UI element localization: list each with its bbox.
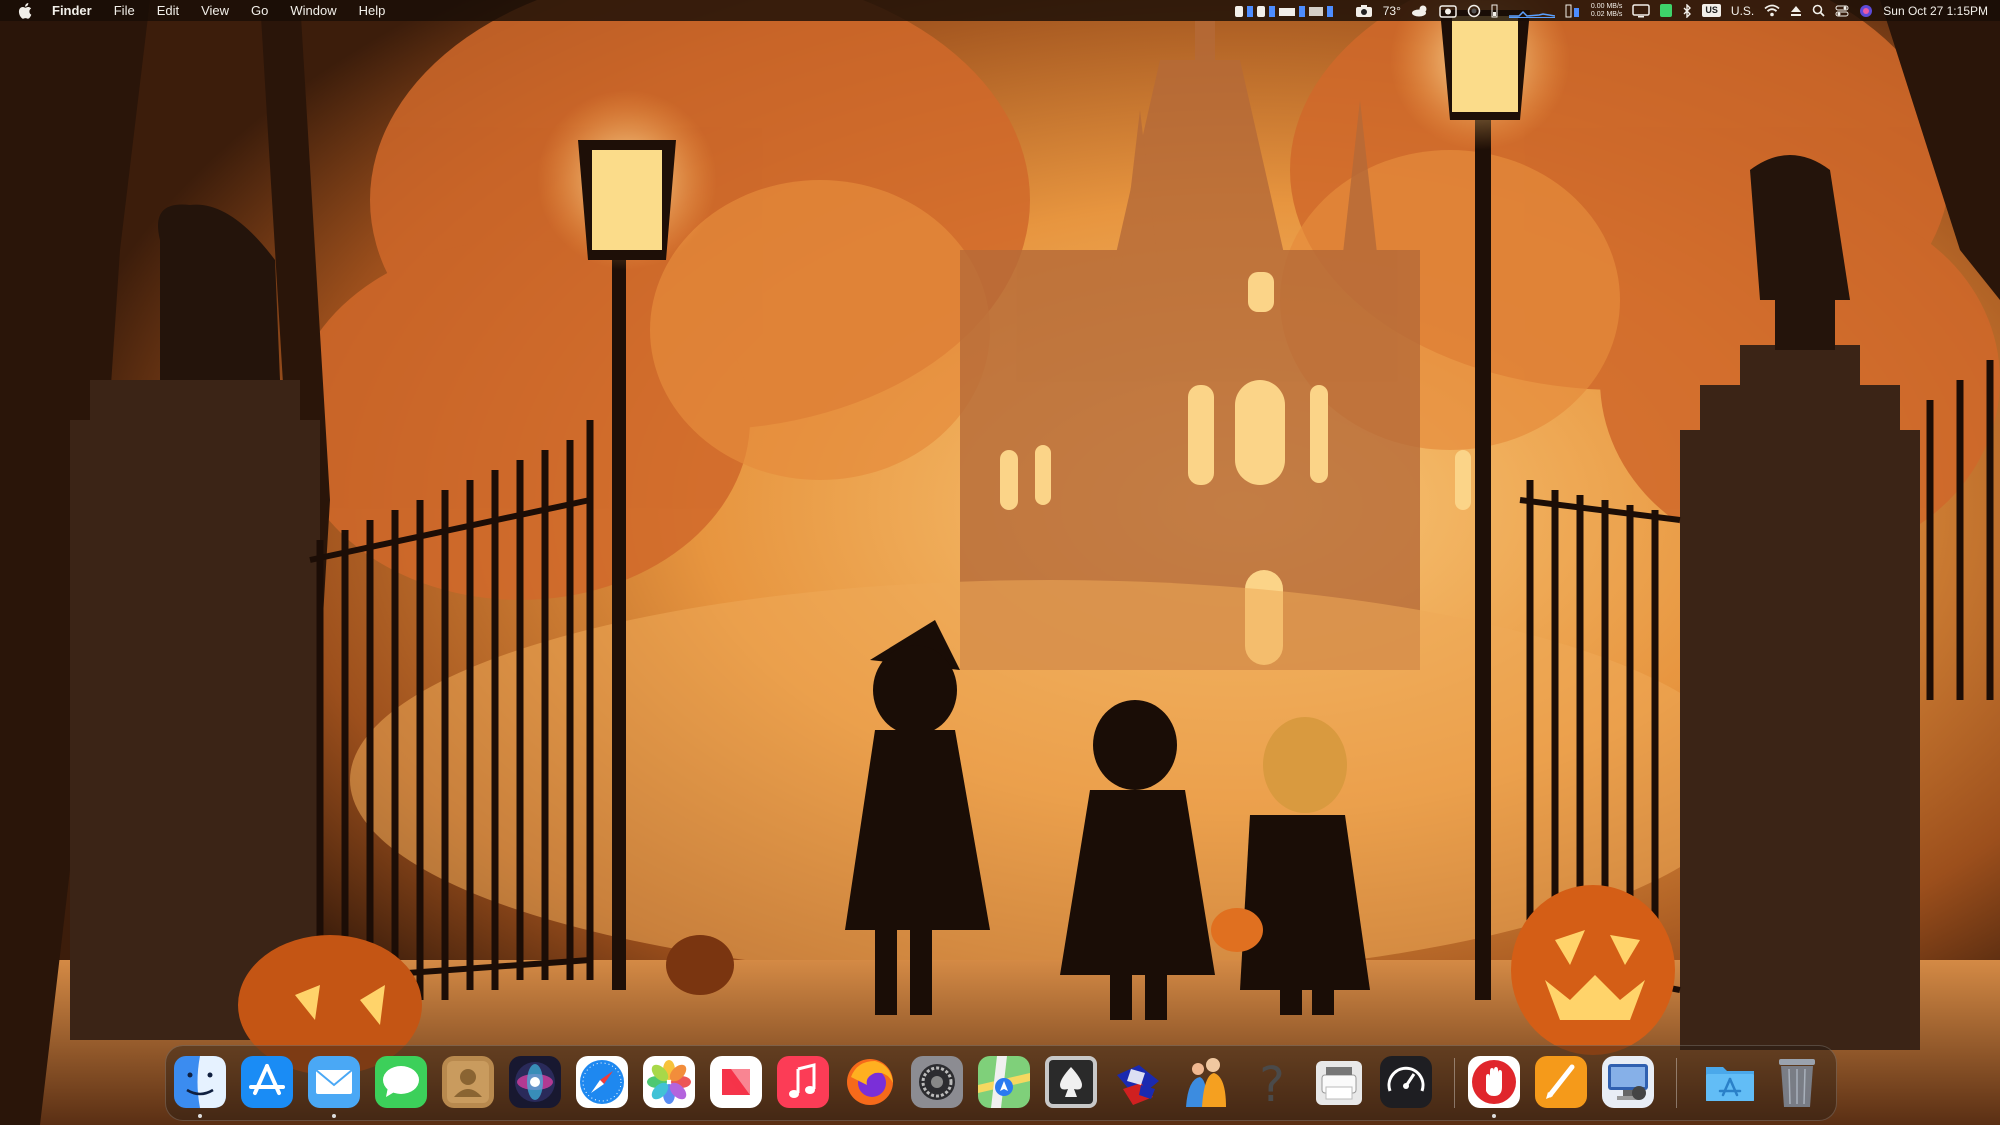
wifi-icon[interactable]	[1764, 0, 1780, 21]
messages-icon	[375, 1056, 427, 1108]
screen-app-icon	[1602, 1056, 1654, 1108]
network-speed[interactable]: 0.00 MB/s 0.02 MB/s	[1591, 3, 1623, 19]
news-icon	[710, 1056, 762, 1108]
keyboard-layout-badge[interactable]: US	[1702, 4, 1721, 17]
app-store-icon	[241, 1056, 293, 1108]
menu-edit[interactable]: Edit	[146, 0, 190, 21]
menu-go[interactable]: Go	[240, 0, 279, 21]
running-indicator	[332, 1114, 336, 1118]
photos-icon	[643, 1056, 695, 1108]
running-indicator	[1492, 1114, 1496, 1118]
apple-icon[interactable]	[18, 2, 32, 19]
dock-firefox[interactable]	[843, 1055, 897, 1111]
weather-temperature[interactable]: 73°	[1383, 4, 1401, 18]
screenshot-icon[interactable]	[1439, 0, 1457, 21]
stop-hand-icon	[1468, 1056, 1520, 1108]
dock-mail[interactable]	[307, 1055, 361, 1118]
control-center-icon[interactable]	[1835, 0, 1849, 21]
battery-monitor-icon[interactable]	[1660, 4, 1673, 17]
menu-window[interactable]: Window	[279, 0, 347, 21]
solitaire-icon	[1045, 1056, 1097, 1108]
activity-gauge-icon	[1380, 1056, 1432, 1108]
desktop-wallpaper	[0, 0, 2000, 1125]
dock-screen-app[interactable]	[1601, 1055, 1655, 1111]
music-icon	[777, 1056, 829, 1108]
network-graph-icon[interactable]	[1508, 3, 1556, 18]
dock-trash[interactable]	[1770, 1055, 1824, 1111]
maps-icon	[978, 1056, 1030, 1108]
dock-applications-folder[interactable]	[1703, 1055, 1757, 1111]
eject-icon[interactable]	[1790, 0, 1802, 21]
trash-icon	[1779, 1059, 1815, 1107]
cpu-meter-icon[interactable]	[1234, 0, 1345, 21]
dock-help[interactable]: ?	[1245, 1055, 1299, 1111]
keyboard-layout-label[interactable]: U.S.	[1731, 4, 1754, 18]
dock-separator	[1676, 1058, 1677, 1108]
family-icon	[1186, 1058, 1226, 1107]
dock-chess[interactable]	[1111, 1055, 1165, 1111]
spotlight-search-icon[interactable]	[1812, 0, 1825, 21]
dock-solitaire[interactable]	[1044, 1055, 1098, 1111]
finder-icon	[174, 1056, 226, 1108]
applications-folder-icon	[1706, 1067, 1754, 1101]
menu-help[interactable]: Help	[348, 0, 397, 21]
menu-app-finder[interactable]: Finder	[46, 0, 103, 21]
disk-meter-icon[interactable]	[1565, 0, 1581, 21]
siri-icon	[509, 1056, 561, 1108]
safari-icon	[576, 1056, 628, 1108]
menu-bar: Finder File Edit View Go Window Help 73°	[0, 0, 2000, 21]
running-indicator	[198, 1114, 202, 1118]
dock-photos[interactable]	[642, 1055, 696, 1111]
camera-icon[interactable]	[1355, 0, 1373, 21]
dock-finder[interactable]	[173, 1055, 227, 1118]
svg-text:?: ?	[1259, 1057, 1284, 1109]
printer-icon	[1316, 1061, 1362, 1105]
display-icon[interactable]	[1632, 0, 1651, 21]
dock-siri[interactable]	[508, 1055, 562, 1111]
dock-family[interactable]	[1178, 1055, 1232, 1111]
dock-separator	[1454, 1058, 1455, 1108]
dock: ?	[165, 1045, 1837, 1121]
mail-icon	[308, 1056, 360, 1108]
dock-music[interactable]	[776, 1055, 830, 1111]
dock-news[interactable]	[709, 1055, 763, 1111]
dock-messages[interactable]	[374, 1055, 428, 1111]
network-download-speed: 0.02 MB/s	[1590, 10, 1623, 18]
dock-maps[interactable]	[977, 1055, 1031, 1111]
focus-circle-icon[interactable]	[1467, 0, 1481, 21]
dock-printer[interactable]	[1312, 1055, 1366, 1111]
dock-pages[interactable]	[1534, 1055, 1588, 1111]
firefox-icon	[847, 1059, 893, 1105]
help-icon: ?	[1259, 1057, 1284, 1109]
clock[interactable]: Sun Oct 27 1:15PM	[1883, 4, 1988, 18]
dock-stop-hand[interactable]	[1467, 1055, 1521, 1118]
dock-contacts[interactable]	[441, 1055, 495, 1111]
system-settings-icon	[911, 1056, 963, 1108]
menu-view[interactable]: View	[190, 0, 240, 21]
dock-activity-gauge[interactable]	[1379, 1055, 1433, 1111]
pages-icon	[1535, 1056, 1587, 1108]
dock-safari[interactable]	[575, 1055, 629, 1111]
siri-menubar-icon[interactable]	[1859, 0, 1873, 21]
network-upload-speed: 0.00 MB/s	[1590, 2, 1623, 10]
contacts-icon	[442, 1056, 494, 1108]
memory-meter-icon[interactable]	[1491, 0, 1499, 21]
dock-system-settings[interactable]	[910, 1055, 964, 1111]
bluetooth-icon[interactable]	[1682, 0, 1692, 21]
chess-icon	[1117, 1065, 1159, 1105]
menu-file[interactable]: File	[103, 0, 146, 21]
cloud-sun-icon[interactable]	[1411, 0, 1429, 21]
dock-app-store[interactable]	[240, 1055, 294, 1111]
